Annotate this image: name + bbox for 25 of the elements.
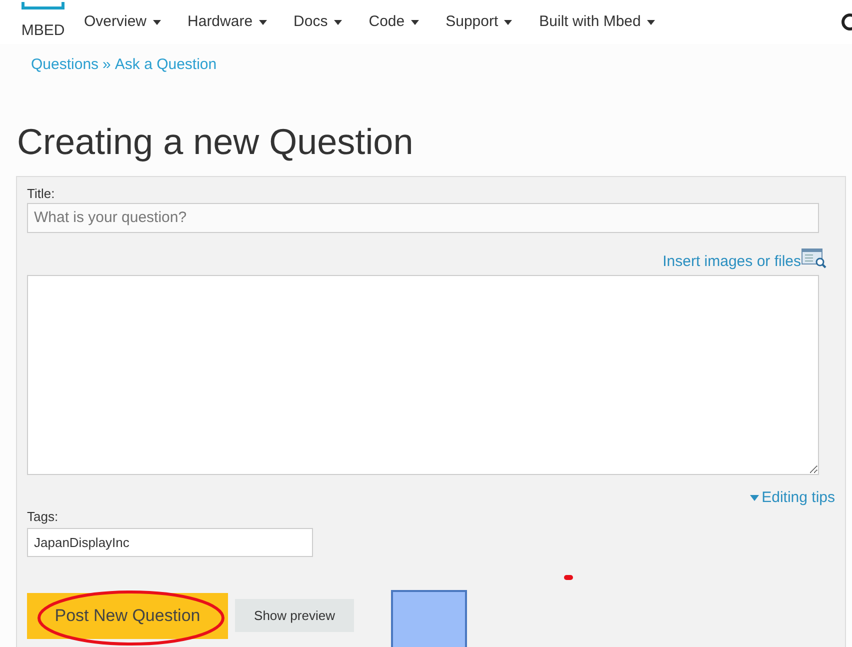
nav-menu[interactable]: Code	[368, 10, 419, 34]
caret-icon	[504, 20, 512, 24]
file-browser-icon[interactable]	[801, 246, 827, 268]
tags-field[interactable]: JapanDisplayInc	[27, 528, 313, 556]
caret-icon	[258, 20, 267, 24]
caret-icon	[750, 495, 759, 502]
caret-icon	[334, 20, 342, 24]
tags-label: Tags:	[27, 508, 60, 526]
caret-icon	[410, 20, 419, 24]
search-icon[interactable]	[840, 12, 852, 32]
caret-icon	[646, 20, 655, 24]
nav-menu[interactable]: Built with Mbed	[539, 10, 655, 34]
nav-menu[interactable]: Docs	[294, 10, 342, 34]
nav-menu[interactable]: Overview	[84, 10, 161, 34]
nav-menu[interactable]: Hardware	[188, 10, 267, 34]
page-title: Creating a new Question	[17, 120, 414, 164]
post-question-button[interactable]: Post New Question	[27, 592, 228, 638]
breadcrumb-separator: »	[102, 55, 111, 75]
title-field[interactable]: What is your question?	[27, 202, 819, 232]
caret-icon	[152, 20, 161, 24]
title-label: Title:	[27, 184, 56, 202]
logo-text: MBED	[21, 22, 65, 40]
question-body-field[interactable]	[27, 275, 819, 475]
show-preview-button[interactable]: Show preview	[235, 599, 354, 632]
nav-menu[interactable]: Support	[446, 10, 512, 34]
